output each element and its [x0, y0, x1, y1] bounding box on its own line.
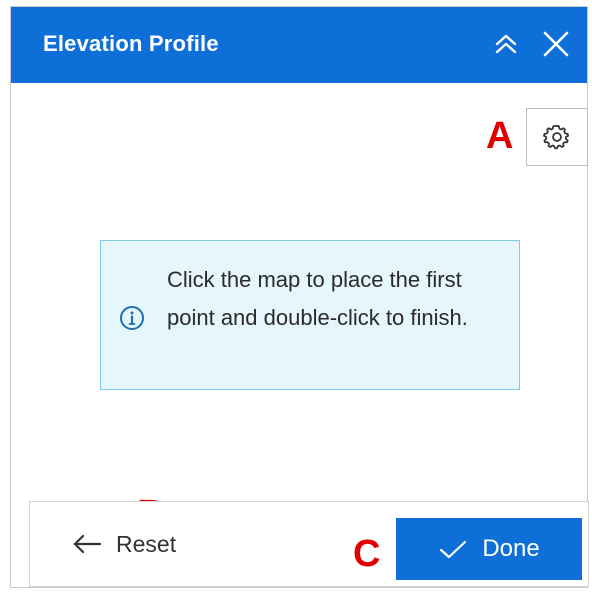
double-chevron-up-icon	[495, 34, 517, 54]
done-button[interactable]: Done	[396, 518, 582, 580]
close-icon	[543, 31, 569, 57]
arrow-left-icon	[73, 534, 102, 554]
reset-button[interactable]: Reset	[72, 526, 176, 562]
gear-icon	[543, 125, 569, 150]
close-button[interactable]	[539, 27, 573, 61]
elevation-profile-panel: Elevation Profile A Click the map to pla…	[10, 6, 589, 588]
check-icon	[440, 540, 467, 559]
panel-footer: Reset Done	[29, 501, 589, 587]
panel-header: Elevation Profile	[11, 7, 587, 83]
collapse-button[interactable]	[489, 27, 523, 61]
reset-label: Reset	[116, 530, 177, 557]
annotation-c: C	[353, 533, 381, 575]
notice-message: Click the map to place the first point a…	[167, 267, 468, 330]
settings-button[interactable]	[526, 108, 588, 166]
panel-title: Elevation Profile	[43, 31, 219, 56]
info-icon	[120, 306, 144, 330]
done-label: Done	[482, 535, 540, 562]
annotation-a: A	[486, 115, 514, 157]
instruction-notice: Click the map to place the first point a…	[100, 240, 520, 390]
